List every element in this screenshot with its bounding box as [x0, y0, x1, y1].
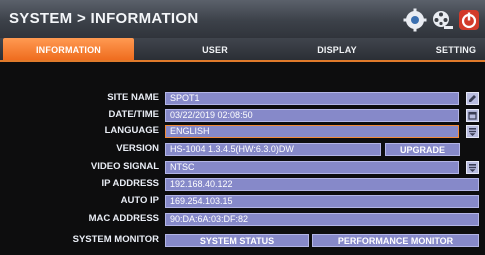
- site-name-label: SITE NAME: [107, 92, 159, 103]
- language-select[interactable]: ENGLISH: [165, 125, 459, 138]
- ip-address-field: 192.168.40.122: [165, 178, 479, 191]
- power-icon[interactable]: [457, 8, 481, 32]
- date-time-field[interactable]: 03/22/2019 02:08:50: [165, 109, 459, 122]
- date-time-label: DATE/TIME: [108, 109, 160, 120]
- version-label: VERSION: [116, 143, 159, 154]
- site-name-field[interactable]: SPOT1: [165, 92, 459, 105]
- gear-icon[interactable]: [403, 8, 427, 32]
- dropdown-icon[interactable]: [466, 125, 479, 138]
- ip-address-label: IP ADDRESS: [101, 178, 159, 189]
- tab-user[interactable]: USER: [170, 38, 260, 61]
- system-monitor-label: SYSTEM MONITOR: [72, 234, 159, 245]
- information-panel: SITE NAME SPOT1 DATE/TIME 03/22/2019 02:…: [0, 62, 485, 255]
- page-title: SYSTEM > INFORMATION: [9, 10, 199, 27]
- dropdown-icon[interactable]: [466, 161, 479, 174]
- calendar-icon[interactable]: [466, 109, 479, 122]
- tab-display[interactable]: DISPLAY: [287, 38, 387, 61]
- title-bar: SYSTEM > INFORMATION: [0, 0, 485, 38]
- edit-icon[interactable]: [466, 92, 479, 105]
- video-signal-select[interactable]: NTSC: [165, 161, 459, 174]
- mac-address-field: 90:DA:6A:03:DF:82: [165, 213, 479, 226]
- auto-ip-field: 169.254.103.15: [165, 195, 479, 208]
- mac-address-label: MAC ADDRESS: [88, 213, 159, 224]
- system-status-button[interactable]: SYSTEM STATUS: [165, 234, 309, 247]
- tab-information[interactable]: INFORMATION: [3, 38, 134, 61]
- version-field: HS-1004 1.3.4.5(HW:6.3.0)DW: [165, 143, 381, 156]
- tab-bar: INFORMATION USER DISPLAY SETTING: [0, 38, 485, 61]
- video-signal-label: VIDEO SIGNAL: [90, 161, 159, 172]
- language-label: LANGUAGE: [104, 125, 159, 136]
- upgrade-button[interactable]: UPGRADE: [385, 143, 460, 156]
- performance-monitor-button[interactable]: PERFORMANCE MONITOR: [312, 234, 479, 247]
- film-reel-icon[interactable]: [430, 8, 454, 32]
- tab-setting[interactable]: SETTING: [419, 38, 485, 61]
- auto-ip-label: AUTO IP: [120, 195, 159, 206]
- system-icons: [403, 7, 481, 33]
